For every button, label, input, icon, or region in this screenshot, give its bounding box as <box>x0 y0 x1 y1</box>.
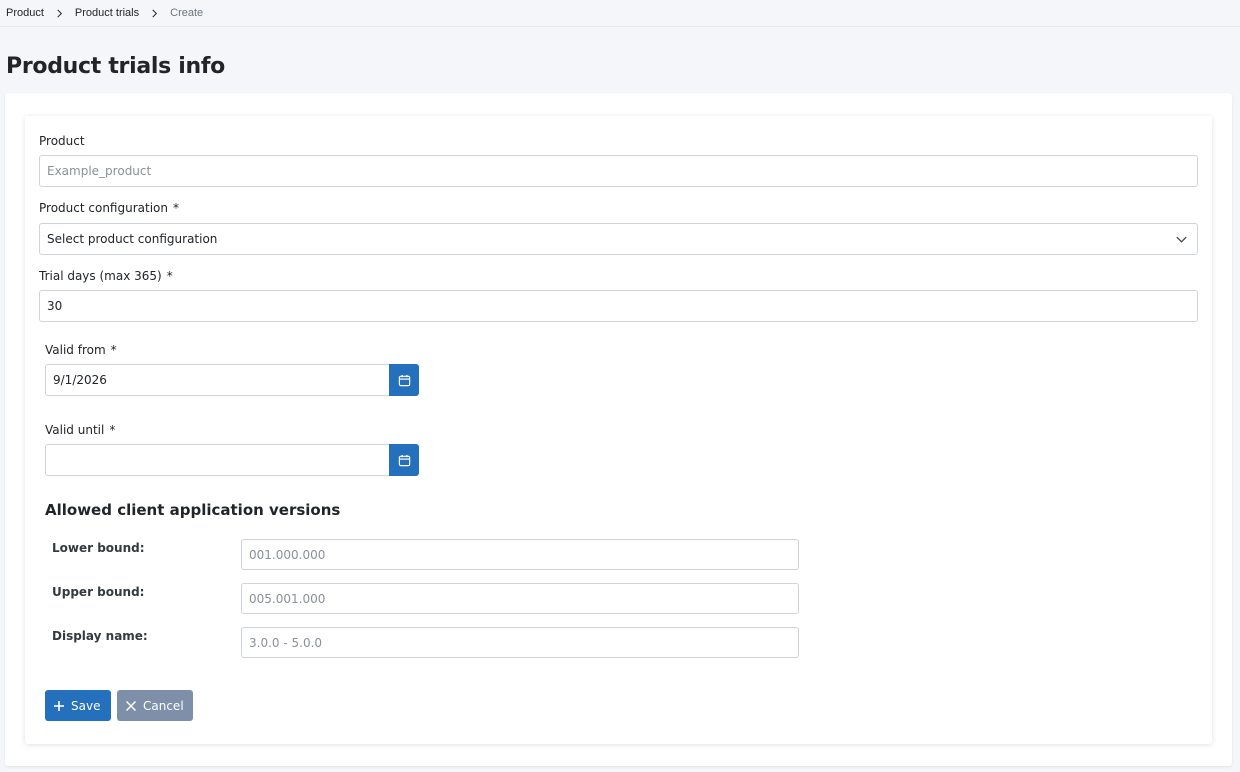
page-title: Product trials info <box>6 54 225 79</box>
calendar-icon <box>398 374 410 386</box>
valid-until-input[interactable] <box>45 444 390 476</box>
product-placeholder: Example_product <box>47 164 152 178</box>
product-configuration-select[interactable]: Select product configuration <box>39 223 1198 255</box>
required-mark: * <box>109 423 116 437</box>
lower-bound-input[interactable]: 001.000.000 <box>241 539 799 570</box>
valid-from-label: Valid from * <box>45 343 117 357</box>
display-name-placeholder: 3.0.0 - 5.0.0 <box>249 635 323 650</box>
upper-bound-label: Upper bound: <box>52 585 145 599</box>
product-configuration-label: Product configuration * <box>39 201 179 215</box>
lower-bound-label: Lower bound: <box>52 541 145 555</box>
trial-days-value: 30 <box>47 299 63 313</box>
trial-days-input[interactable]: 30 <box>39 290 1198 322</box>
required-mark: * <box>166 269 173 283</box>
product-input[interactable]: Example_product <box>39 155 1198 187</box>
chevron-right-icon <box>150 9 159 18</box>
valid-until-calendar-button[interactable] <box>389 444 419 476</box>
chevron-down-icon <box>1176 236 1187 243</box>
calendar-icon <box>398 454 410 466</box>
close-icon <box>125 700 137 711</box>
save-button-label: Save <box>71 698 101 713</box>
breadcrumb-item-product[interactable]: Product <box>6 7 44 19</box>
required-mark: * <box>172 201 179 215</box>
breadcrumb-item-product-trials[interactable]: Product trials <box>75 7 139 19</box>
upper-bound-placeholder: 005.001.000 <box>249 591 326 606</box>
cancel-button-label: Cancel <box>143 698 184 713</box>
breadcrumb-item-create: Create <box>170 7 204 19</box>
product-label: Product <box>39 134 85 148</box>
save-button[interactable]: Save <box>45 690 111 721</box>
valid-from-calendar-button[interactable] <box>389 364 419 396</box>
product-configuration-label-text: Product configuration <box>39 201 168 215</box>
required-mark: * <box>110 343 117 357</box>
breadcrumb: Product Product trials Create <box>0 0 1240 27</box>
valid-from-value: 9/1/2026 <box>53 373 107 387</box>
cancel-button[interactable]: Cancel <box>117 690 193 721</box>
chevron-right-icon <box>55 9 64 18</box>
trial-days-label: Trial days (max 365) * <box>39 269 173 283</box>
lower-bound-placeholder: 001.000.000 <box>249 547 326 562</box>
upper-bound-input[interactable]: 005.001.000 <box>241 583 799 614</box>
display-name-label: Display name: <box>52 629 148 643</box>
form-container: Product Example_product Product configur… <box>5 93 1232 766</box>
form-card: Product Example_product Product configur… <box>25 116 1212 744</box>
valid-from-label-text: Valid from <box>45 343 106 357</box>
product-label-text: Product <box>39 134 85 148</box>
valid-until-label-text: Valid until <box>45 423 105 437</box>
valid-from-input[interactable]: 9/1/2026 <box>45 364 390 396</box>
valid-until-label: Valid until * <box>45 423 115 437</box>
plus-icon <box>54 700 64 711</box>
versions-section-title: Allowed client application versions <box>45 501 341 519</box>
trial-days-label-text: Trial days (max 365) <box>39 269 162 283</box>
product-configuration-value: Select product configuration <box>47 232 218 246</box>
display-name-input[interactable]: 3.0.0 - 5.0.0 <box>241 627 799 658</box>
